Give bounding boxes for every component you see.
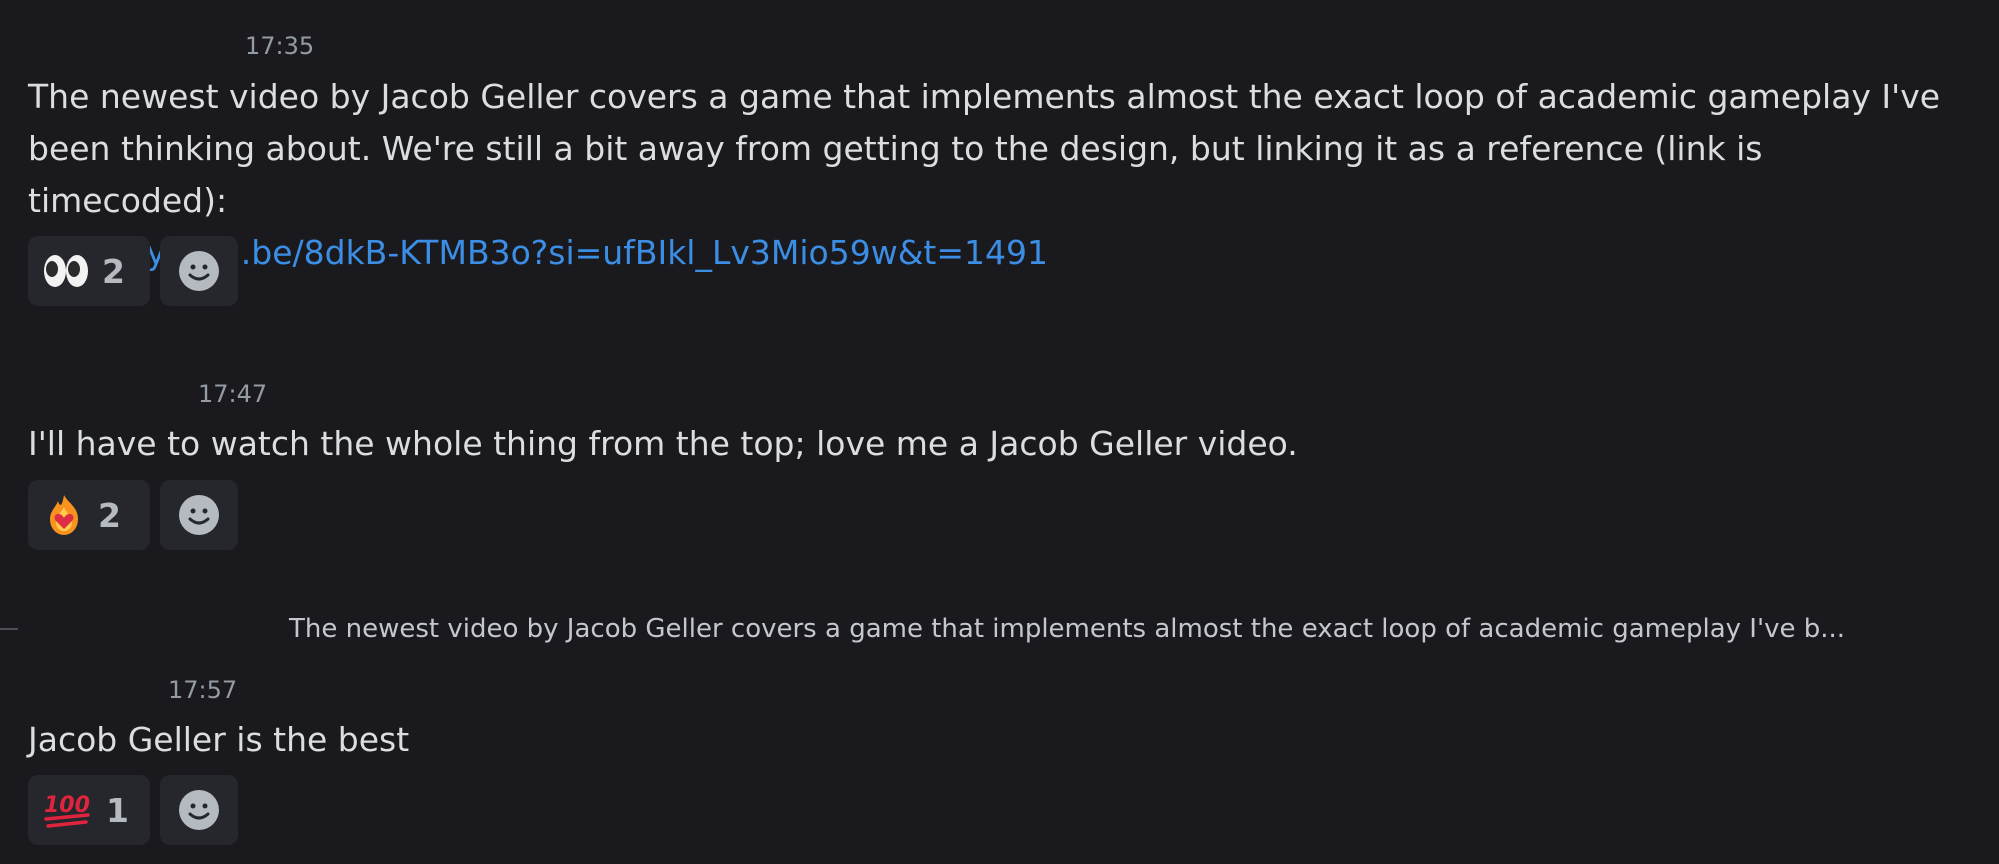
- message-timestamp: 17:57: [168, 676, 238, 704]
- message-text-line: been thinking about. We're still a bit a…: [28, 129, 1763, 220]
- smile-add-reaction-icon: [179, 790, 219, 830]
- reaction-bar: 2: [28, 236, 238, 306]
- hundred-points-emoji-icon: 100: [42, 788, 94, 832]
- reaction-fire-heart[interactable]: 2: [28, 480, 150, 550]
- reaction-bar: 2: [28, 480, 238, 550]
- add-reaction-button[interactable]: [160, 236, 238, 306]
- message-content: I'll have to watch the whole thing from …: [28, 418, 1948, 470]
- reaction-hundred-points[interactable]: 100 1: [28, 775, 150, 845]
- reaction-count: 1: [106, 790, 129, 830]
- message-text-line: The newest video by Jacob Geller covers …: [28, 77, 1941, 116]
- message-timestamp: 17:47: [198, 380, 268, 408]
- chat-message-list: 17:35 The newest video by Jacob Geller c…: [0, 0, 1999, 864]
- reaction-count: 2: [98, 495, 121, 535]
- message-text: Jacob Geller is the best: [28, 720, 410, 759]
- add-reaction-button[interactable]: [160, 480, 238, 550]
- reaction-eyes[interactable]: 2: [28, 236, 150, 306]
- message-timestamp: 17:35: [245, 32, 315, 60]
- reaction-count: 2: [102, 251, 125, 291]
- smile-add-reaction-icon: [179, 251, 219, 291]
- smile-add-reaction-icon: [179, 495, 219, 535]
- reply-connector-line: [0, 628, 18, 630]
- message-content: Jacob Geller is the best: [28, 714, 1948, 766]
- eyes-emoji-icon: [42, 251, 90, 291]
- message-content: The newest video by Jacob Geller covers …: [28, 71, 1948, 279]
- message-text: I'll have to watch the whole thing from …: [28, 424, 1298, 463]
- reaction-bar: 100 1: [28, 775, 238, 845]
- fire-heart-emoji-icon: [42, 493, 86, 537]
- reply-preview[interactable]: The newest video by Jacob Geller covers …: [289, 614, 1845, 644]
- add-reaction-button[interactable]: [160, 775, 238, 845]
